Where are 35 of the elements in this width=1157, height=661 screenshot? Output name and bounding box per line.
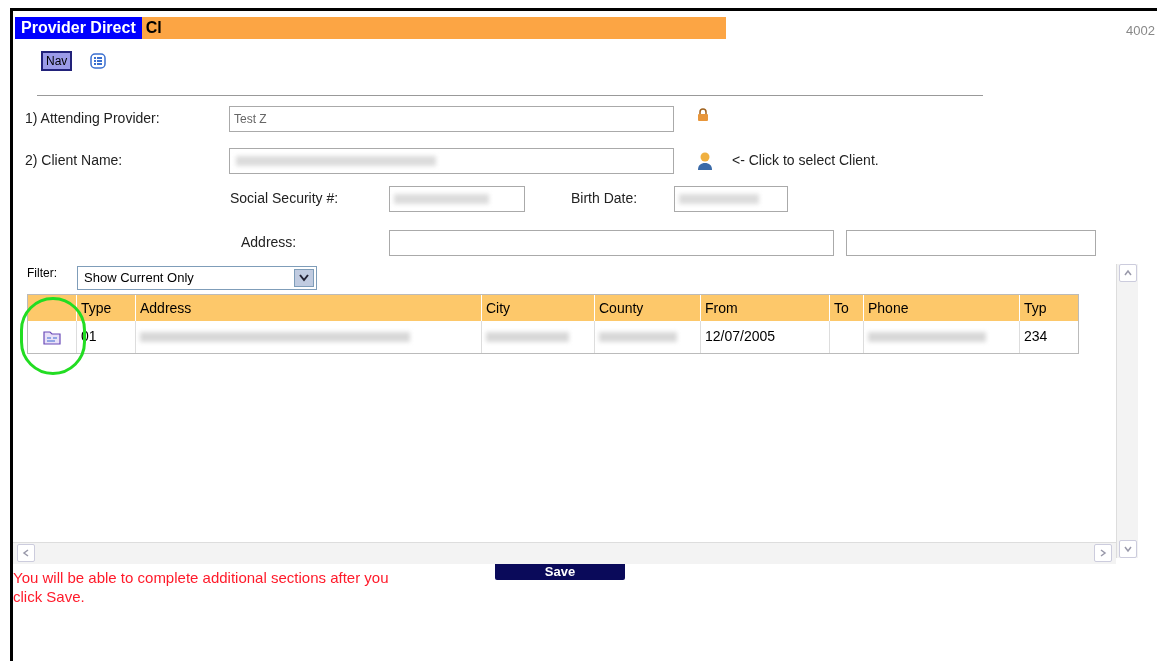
input-field[interactable] bbox=[389, 229, 834, 256]
column-header[interactable]: To bbox=[829, 294, 863, 321]
table-cell-text: 234 bbox=[1024, 327, 1048, 346]
input-field[interactable] bbox=[846, 229, 1096, 256]
input-field[interactable] bbox=[674, 185, 788, 212]
column-header[interactable]: Phone bbox=[863, 294, 1019, 321]
field-label: Address: bbox=[241, 233, 298, 252]
filter-dropdown[interactable]: Show Current Only bbox=[77, 265, 317, 290]
field-label: 2) Client Name: bbox=[24, 151, 124, 170]
column-header[interactable]: Address bbox=[135, 294, 481, 321]
filter-label: Filter: bbox=[27, 264, 57, 282]
record-code: 4002 bbox=[1126, 22, 1155, 40]
column-header[interactable]: Typ bbox=[1019, 294, 1067, 321]
input-field[interactable] bbox=[229, 147, 674, 174]
column-header[interactable]: County bbox=[594, 294, 700, 321]
column-header[interactable]: City bbox=[481, 294, 594, 321]
notice-text: You will be able to complete additional sections after you click Save. bbox=[13, 567, 390, 606]
field-label: Birth Date: bbox=[571, 189, 639, 208]
hint-text: <- Click to select Client. bbox=[732, 151, 879, 170]
input-field[interactable] bbox=[389, 185, 525, 212]
input-field[interactable]: Test Z bbox=[229, 105, 674, 132]
document-icon[interactable] bbox=[43, 328, 61, 345]
dropdown-value: Show Current Only bbox=[84, 268, 194, 287]
vertical-scrollbar[interactable] bbox=[1116, 263, 1138, 558]
page-title: Cl bbox=[144, 18, 163, 38]
horizontal-scrollbar[interactable] bbox=[13, 541, 1116, 564]
app-title: Provider Direct bbox=[15, 17, 142, 39]
column-header[interactable]: From bbox=[700, 294, 829, 321]
field-label: Social Security #: bbox=[230, 189, 340, 208]
person-icon[interactable] bbox=[696, 150, 714, 171]
table-cell-text: 12/07/2005 bbox=[705, 327, 776, 346]
list-icon[interactable] bbox=[90, 52, 107, 69]
field-label: 1) Attending Provider: bbox=[24, 109, 161, 128]
column-header[interactable]: Type bbox=[76, 294, 135, 321]
nav-button[interactable]: Nav bbox=[41, 50, 73, 71]
